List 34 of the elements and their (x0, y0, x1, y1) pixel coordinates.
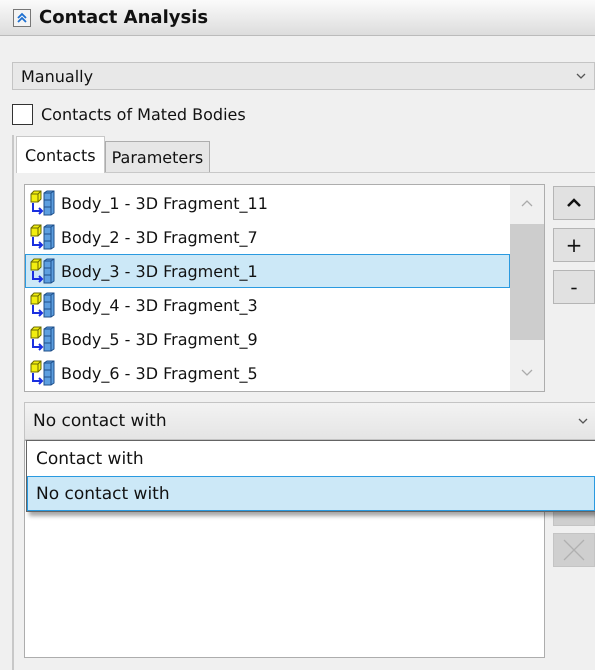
add-button[interactable]: + (553, 228, 595, 262)
dropdown-option[interactable]: No contact with (27, 476, 595, 511)
body-list-item[interactable]: Body_4 - 3D Fragment_3 (25, 288, 510, 322)
chevron-down-icon (576, 73, 586, 79)
body-icon (29, 190, 57, 216)
chevron-up-icon (566, 198, 582, 208)
body-icon (29, 326, 57, 352)
remove-button[interactable]: - (553, 270, 595, 304)
body-list-item[interactable]: Body_6 - 3D Fragment_5 (25, 356, 510, 390)
scroll-down-icon[interactable] (521, 369, 533, 376)
panel-title: Contact Analysis (39, 7, 208, 28)
body-list-item[interactable]: Body_3 - 3D Fragment_1 (25, 254, 510, 288)
collapse-button[interactable] (13, 8, 31, 26)
mode-dropdown[interactable]: Manually (12, 62, 595, 90)
body-icon (29, 360, 57, 386)
body-icon (29, 258, 57, 284)
chevron-down-icon (578, 418, 588, 424)
tab[interactable]: Contacts (16, 136, 105, 173)
body-list-item[interactable]: Body_1 - 3D Fragment_11 (25, 186, 510, 220)
body-list-item[interactable]: Body_5 - 3D Fragment_9 (25, 322, 510, 356)
checkbox-label: Contacts of Mated Bodies (41, 105, 246, 124)
scroll-up-icon[interactable] (521, 200, 533, 207)
scrollbar[interactable] (510, 185, 544, 391)
move-up-button[interactable] (553, 186, 595, 220)
checkbox[interactable] (12, 104, 33, 125)
double-chevron-up-icon (17, 12, 27, 24)
tab[interactable]: Parameters (104, 141, 210, 172)
dropdown-option[interactable]: Contact with (27, 441, 595, 476)
body-icon (29, 224, 57, 250)
close-icon (563, 539, 585, 561)
contact-dropdown[interactable]: No contact with (24, 402, 595, 440)
scrollbar-thumb[interactable] (510, 224, 544, 340)
body-list-item[interactable]: Body_2 - 3D Fragment_7 (25, 220, 510, 254)
body-icon (29, 292, 57, 318)
